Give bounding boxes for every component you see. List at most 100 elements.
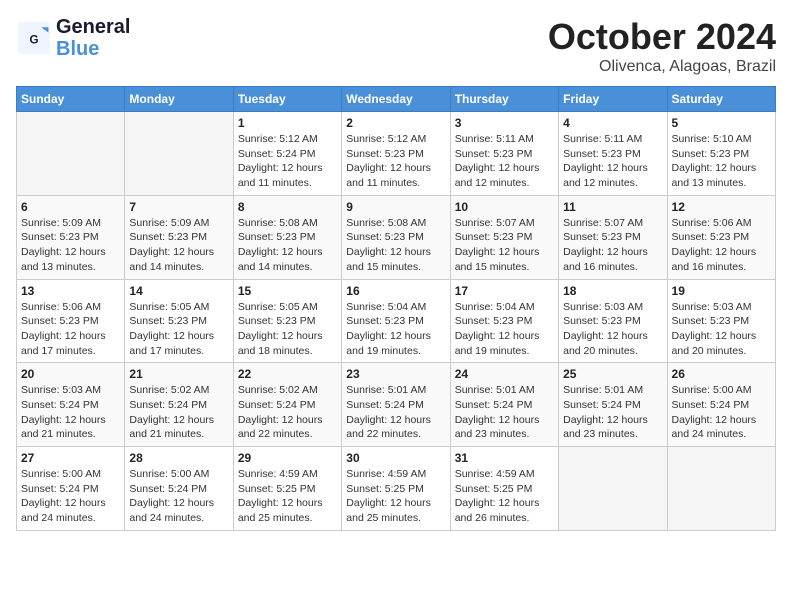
- calendar-cell: 8 Sunrise: 5:08 AM Sunset: 5:23 PM Daylig…: [233, 195, 341, 279]
- day-number: 2: [346, 116, 445, 130]
- day-info: Sunrise: 5:11 AM Sunset: 5:23 PM Dayligh…: [563, 132, 662, 191]
- day-number: 19: [672, 284, 771, 298]
- calendar-week-row: 27 Sunrise: 5:00 AM Sunset: 5:24 PM Dayli…: [17, 447, 776, 531]
- calendar-table: SundayMondayTuesdayWednesdayThursdayFrid…: [16, 86, 776, 531]
- calendar-cell: 17 Sunrise: 5:04 AM Sunset: 5:23 PM Dayli…: [450, 279, 558, 363]
- day-number: 5: [672, 116, 771, 130]
- day-info: Sunrise: 5:03 AM Sunset: 5:23 PM Dayligh…: [563, 300, 662, 359]
- page-header: G General Blue October 2024 Olivenca, Al…: [16, 16, 776, 76]
- calendar-cell: 2 Sunrise: 5:12 AM Sunset: 5:23 PM Daylig…: [342, 112, 450, 196]
- day-info: Sunrise: 5:10 AM Sunset: 5:23 PM Dayligh…: [672, 132, 771, 191]
- day-info: Sunrise: 5:08 AM Sunset: 5:23 PM Dayligh…: [238, 216, 337, 275]
- calendar-cell: 14 Sunrise: 5:05 AM Sunset: 5:23 PM Dayli…: [125, 279, 233, 363]
- calendar-cell: [125, 112, 233, 196]
- day-number: 22: [238, 367, 337, 381]
- day-number: 10: [455, 200, 554, 214]
- day-number: 1: [238, 116, 337, 130]
- day-info: Sunrise: 5:02 AM Sunset: 5:24 PM Dayligh…: [238, 383, 337, 442]
- calendar-cell: 9 Sunrise: 5:08 AM Sunset: 5:23 PM Daylig…: [342, 195, 450, 279]
- day-info: Sunrise: 5:01 AM Sunset: 5:24 PM Dayligh…: [346, 383, 445, 442]
- calendar-cell: 22 Sunrise: 5:02 AM Sunset: 5:24 PM Dayli…: [233, 363, 341, 447]
- day-number: 27: [21, 451, 120, 465]
- calendar-cell: 10 Sunrise: 5:07 AM Sunset: 5:23 PM Dayli…: [450, 195, 558, 279]
- weekday-header: Saturday: [667, 87, 775, 112]
- calendar-cell: 5 Sunrise: 5:10 AM Sunset: 5:23 PM Daylig…: [667, 112, 775, 196]
- calendar-cell: 7 Sunrise: 5:09 AM Sunset: 5:23 PM Daylig…: [125, 195, 233, 279]
- day-info: Sunrise: 5:06 AM Sunset: 5:23 PM Dayligh…: [21, 300, 120, 359]
- day-number: 21: [129, 367, 228, 381]
- day-number: 15: [238, 284, 337, 298]
- day-number: 6: [21, 200, 120, 214]
- day-info: Sunrise: 5:07 AM Sunset: 5:23 PM Dayligh…: [563, 216, 662, 275]
- calendar-header-row: SundayMondayTuesdayWednesdayThursdayFrid…: [17, 87, 776, 112]
- day-info: Sunrise: 5:04 AM Sunset: 5:23 PM Dayligh…: [455, 300, 554, 359]
- day-info: Sunrise: 5:01 AM Sunset: 5:24 PM Dayligh…: [563, 383, 662, 442]
- day-number: 3: [455, 116, 554, 130]
- day-info: Sunrise: 4:59 AM Sunset: 5:25 PM Dayligh…: [455, 467, 554, 526]
- calendar-cell: 16Sunrise: 5:04 AM Sunset: 5:23 PM Dayli…: [342, 279, 450, 363]
- weekday-header: Tuesday: [233, 87, 341, 112]
- day-number: 25: [563, 367, 662, 381]
- day-info: Sunrise: 5:03 AM Sunset: 5:23 PM Dayligh…: [672, 300, 771, 359]
- calendar-cell: 1 Sunrise: 5:12 AM Sunset: 5:24 PM Daylig…: [233, 112, 341, 196]
- calendar-week-row: 6 Sunrise: 5:09 AM Sunset: 5:23 PM Daylig…: [17, 195, 776, 279]
- calendar-cell: 19 Sunrise: 5:03 AM Sunset: 5:23 PM Dayli…: [667, 279, 775, 363]
- calendar-cell: [559, 447, 667, 531]
- calendar-cell: [667, 447, 775, 531]
- logo-text-line1: General: [56, 16, 130, 38]
- day-number: 20: [21, 367, 120, 381]
- weekday-header: Friday: [559, 87, 667, 112]
- calendar-cell: 30Sunrise: 4:59 AM Sunset: 5:25 PM Dayli…: [342, 447, 450, 531]
- weekday-header: Sunday: [17, 87, 125, 112]
- day-info: Sunrise: 5:08 AM Sunset: 5:23 PM Dayligh…: [346, 216, 445, 275]
- calendar-cell: 24 Sunrise: 5:01 AM Sunset: 5:24 PM Dayli…: [450, 363, 558, 447]
- weekday-header: Wednesday: [342, 87, 450, 112]
- day-number: 31: [455, 451, 554, 465]
- day-number: 7: [129, 200, 228, 214]
- day-number: 28: [129, 451, 228, 465]
- logo-icon: G: [16, 20, 52, 56]
- calendar-week-row: 1 Sunrise: 5:12 AM Sunset: 5:24 PM Daylig…: [17, 112, 776, 196]
- calendar-week-row: 13 Sunrise: 5:06 AM Sunset: 5:23 PM Dayli…: [17, 279, 776, 363]
- day-number: 17: [455, 284, 554, 298]
- calendar-cell: 26Sunrise: 5:00 AM Sunset: 5:24 PM Dayli…: [667, 363, 775, 447]
- day-number: 14: [129, 284, 228, 298]
- calendar-cell: 12Sunrise: 5:06 AM Sunset: 5:23 PM Dayli…: [667, 195, 775, 279]
- day-number: 24: [455, 367, 554, 381]
- day-info: Sunrise: 5:03 AM Sunset: 5:24 PM Dayligh…: [21, 383, 120, 442]
- calendar-cell: 28 Sunrise: 5:00 AM Sunset: 5:24 PM Dayli…: [125, 447, 233, 531]
- calendar-cell: 27Sunrise: 5:00 AM Sunset: 5:24 PM Dayli…: [17, 447, 125, 531]
- day-number: 26: [672, 367, 771, 381]
- calendar-cell: 20 Sunrise: 5:03 AM Sunset: 5:24 PM Dayli…: [17, 363, 125, 447]
- calendar-cell: 13 Sunrise: 5:06 AM Sunset: 5:23 PM Dayli…: [17, 279, 125, 363]
- weekday-header: Thursday: [450, 87, 558, 112]
- day-info: Sunrise: 5:00 AM Sunset: 5:24 PM Dayligh…: [129, 467, 228, 526]
- logo-text-line2: Blue: [56, 38, 130, 60]
- day-number: 9: [346, 200, 445, 214]
- day-number: 16: [346, 284, 445, 298]
- day-info: Sunrise: 5:09 AM Sunset: 5:23 PM Dayligh…: [21, 216, 120, 275]
- calendar-cell: 4 Sunrise: 5:11 AM Sunset: 5:23 PM Daylig…: [559, 112, 667, 196]
- day-info: Sunrise: 5:05 AM Sunset: 5:23 PM Dayligh…: [129, 300, 228, 359]
- calendar-cell: 29Sunrise: 4:59 AM Sunset: 5:25 PM Dayli…: [233, 447, 341, 531]
- calendar-cell: 25 Sunrise: 5:01 AM Sunset: 5:24 PM Dayli…: [559, 363, 667, 447]
- day-number: 13: [21, 284, 120, 298]
- day-info: Sunrise: 5:01 AM Sunset: 5:24 PM Dayligh…: [455, 383, 554, 442]
- calendar-cell: 31 Sunrise: 4:59 AM Sunset: 5:25 PM Dayli…: [450, 447, 558, 531]
- svg-text:G: G: [29, 33, 38, 46]
- calendar-cell: 6 Sunrise: 5:09 AM Sunset: 5:23 PM Daylig…: [17, 195, 125, 279]
- day-number: 4: [563, 116, 662, 130]
- month-title: October 2024: [548, 16, 776, 58]
- day-number: 23: [346, 367, 445, 381]
- day-number: 12: [672, 200, 771, 214]
- day-info: Sunrise: 5:07 AM Sunset: 5:23 PM Dayligh…: [455, 216, 554, 275]
- day-info: Sunrise: 5:12 AM Sunset: 5:24 PM Dayligh…: [238, 132, 337, 191]
- location-title: Olivenca, Alagoas, Brazil: [548, 58, 776, 76]
- day-info: Sunrise: 5:09 AM Sunset: 5:23 PM Dayligh…: [129, 216, 228, 275]
- calendar-cell: 15Sunrise: 5:05 AM Sunset: 5:23 PM Dayli…: [233, 279, 341, 363]
- day-info: Sunrise: 5:12 AM Sunset: 5:23 PM Dayligh…: [346, 132, 445, 191]
- title-block: October 2024 Olivenca, Alagoas, Brazil: [548, 16, 776, 76]
- day-number: 11: [563, 200, 662, 214]
- day-number: 8: [238, 200, 337, 214]
- calendar-cell: 11 Sunrise: 5:07 AM Sunset: 5:23 PM Dayli…: [559, 195, 667, 279]
